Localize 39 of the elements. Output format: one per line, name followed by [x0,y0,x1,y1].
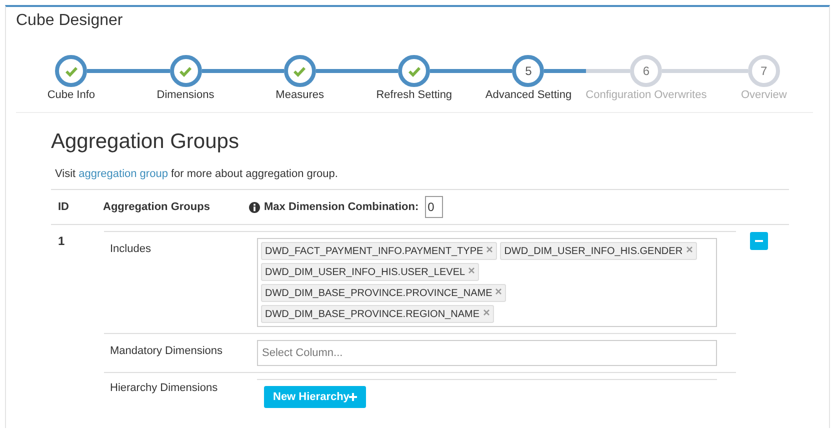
column-header: ID [57,200,70,215]
info-icon [249,202,260,212]
table-cell-text: 1 [57,233,66,250]
plus-icon [349,393,358,401]
remove-icon[interactable] [482,308,490,316]
max-combination-field[interactable]: 0 [424,196,443,218]
field-label: Includes [109,242,152,257]
remove-icon[interactable] [495,288,502,294]
remove-icon[interactable] [486,246,494,252]
column-tag[interactable]: DWD_DIM_USER_INFO_HIS.USER_LEVEL [261,263,480,281]
intro-text: Visit aggregation group for more about aggregation group. [55,167,339,181]
step-label: Dimensions [156,88,214,102]
includes-field[interactable]: DWD_FACT_PAYMENT_INFO.PAYMENT_TYPE DWD_DIM_USER_INFO_HIS.GENDER DWD_DIM_USER_INFO_HIS.USER_LEVEL DWD_DIM_BASE_PROVINCE.PROVINCE_NAME DWD_DIM_BASE_PROVINCE.REGION_NAME [257,238,717,327]
step-label: Overview [740,88,787,102]
remove-icon[interactable] [468,266,476,274]
field-label: Mandatory Dimensions [109,344,224,359]
step-label: Advanced Setting [485,88,572,102]
aggregation-group-link[interactable]: aggregation group [78,168,168,180]
max-combination-label: Max Dimension Combination: [264,200,419,215]
remove-icon[interactable] [686,246,693,252]
window-title: Cube Designer [16,11,124,31]
check-icon [408,66,421,76]
column-tag[interactable]: DWD_FACT_PAYMENT_INFO.PAYMENT_TYPE [261,242,498,260]
step-label: Configuration Overwrites [586,88,707,102]
step-label: Refresh Setting [376,88,452,102]
check-icon [179,66,192,76]
minus-icon [755,240,763,242]
check-icon [64,66,78,76]
column-tag[interactable]: DWD_DIM_BASE_PROVINCE.PROVINCE_NAME [261,284,506,302]
column-tag[interactable]: DWD_DIM_BASE_PROVINCE.REGION_NAME [261,305,494,323]
step-label: Measures [276,88,324,102]
section-heading: Aggregation Groups [51,129,240,155]
step-label: Cube Info [47,88,96,102]
mandatory-dimensions-field[interactable]: Select Column... [257,340,717,366]
check-icon [293,66,306,76]
remove-group-button[interactable] [750,232,768,250]
field-label: Hierarchy Dimensions [109,381,219,396]
column-header: Aggregation Groups [102,200,211,215]
column-tag[interactable]: DWD_DIM_USER_INFO_HIS.GENDER [500,242,697,260]
